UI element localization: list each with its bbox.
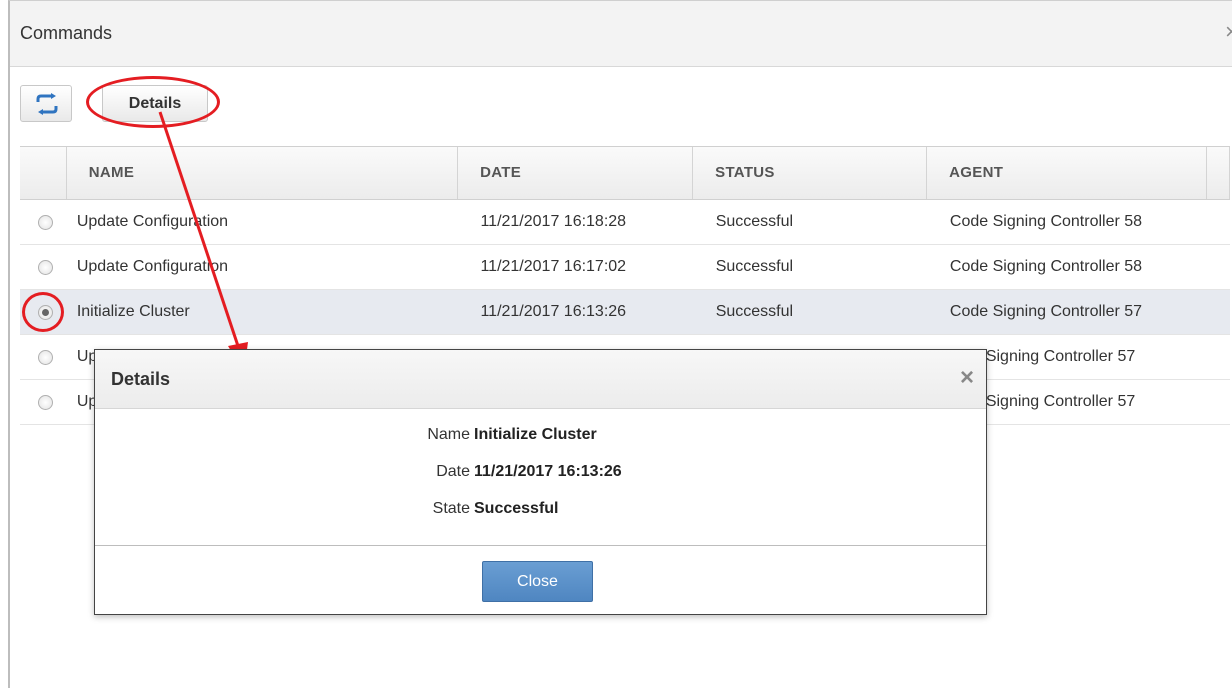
header-extra	[1207, 147, 1230, 199]
details-button[interactable]: Details	[102, 85, 208, 122]
cell-date: 11/21/2017 16:13:26	[480, 303, 627, 320]
radio-button[interactable]	[38, 350, 53, 365]
refresh-icon	[36, 93, 58, 115]
detail-label: Date	[436, 463, 470, 480]
radio-button-checked[interactable]	[38, 305, 53, 320]
table-row-selected[interactable]: Initialize Cluster 11/21/2017 16:13:26 S…	[20, 290, 1230, 335]
row-select[interactable]	[20, 200, 67, 244]
cell-agent: Code Signing Controller 58	[949, 213, 1143, 230]
table-header: NAME DATE STATUS AGENT	[20, 147, 1230, 200]
cell-extra	[1208, 200, 1230, 244]
row-select[interactable]	[20, 380, 67, 424]
detail-label: State	[432, 500, 470, 517]
detail-value: Successful	[474, 500, 559, 517]
dialog-close-icon[interactable]: ×	[960, 364, 974, 392]
row-select[interactable]	[20, 290, 67, 334]
cell-agent: Code Signing Controller 58	[949, 258, 1143, 275]
dialog-title: Details	[111, 369, 171, 389]
radio-button[interactable]	[38, 395, 53, 410]
header-status[interactable]: STATUS	[693, 147, 928, 199]
row-select[interactable]	[20, 245, 67, 289]
detail-row-date: Date 11/21/2017 16:13:26	[95, 463, 988, 489]
header-select-column	[20, 147, 67, 199]
refresh-button[interactable]	[20, 85, 72, 122]
radio-button[interactable]	[38, 260, 53, 275]
cell-extra	[1208, 335, 1230, 379]
cell-status: Successful	[715, 258, 794, 275]
cell-agent: Code Signing Controller 57	[949, 303, 1143, 320]
detail-label: Name	[427, 426, 470, 443]
window-close-icon[interactable]: ×	[1225, 19, 1232, 45]
close-button[interactable]: Close	[482, 561, 593, 602]
header-date[interactable]: DATE	[458, 147, 694, 199]
cell-date: 11/21/2017 16:17:02	[480, 258, 627, 275]
cell-status: Successful	[715, 213, 794, 230]
header-name[interactable]: NAME	[67, 147, 459, 199]
detail-value: Initialize Cluster	[474, 426, 597, 443]
cell-status: Successful	[715, 303, 794, 320]
dialog-header: Details ×	[95, 350, 986, 409]
radio-button[interactable]	[38, 215, 53, 230]
table-row[interactable]: Update Configuration 11/21/2017 16:18:28…	[20, 200, 1230, 245]
detail-row-name: Name Initialize Cluster	[95, 426, 988, 452]
table-row[interactable]: Update Configuration 11/21/2017 16:17:02…	[20, 245, 1230, 290]
dialog-footer-divider	[95, 545, 986, 546]
details-dialog: Details × Name Initialize Cluster Date 1…	[94, 349, 987, 615]
window-title: Commands	[20, 23, 113, 43]
cell-extra	[1208, 245, 1230, 289]
cell-extra	[1208, 290, 1230, 334]
window-titlebar: Commands ×	[10, 1, 1232, 67]
cell-name: Update Configuration	[76, 258, 229, 275]
cell-name: Initialize Cluster	[76, 303, 190, 320]
cell-date: 11/21/2017 16:18:28	[480, 213, 627, 230]
cell-name: Update Configuration	[76, 213, 229, 230]
header-agent[interactable]: AGENT	[927, 147, 1207, 199]
row-select[interactable]	[20, 335, 67, 379]
cell-extra	[1208, 380, 1230, 424]
detail-value: 11/21/2017 16:13:26	[474, 463, 622, 480]
detail-row-state: State Successful	[95, 500, 988, 526]
